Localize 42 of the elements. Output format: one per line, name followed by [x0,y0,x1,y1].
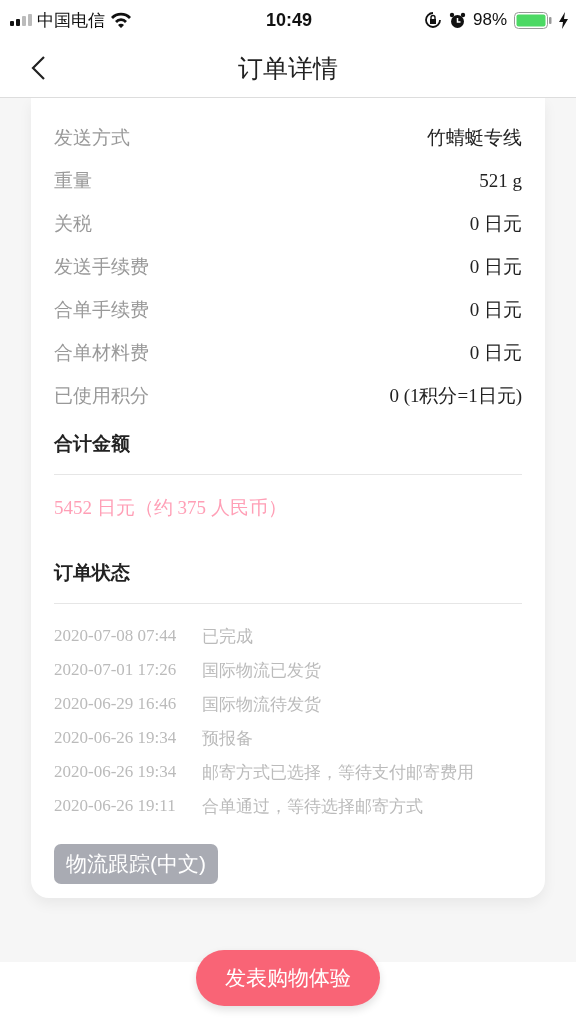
detail-value: 0 (1积分=1日元) [389,383,522,408]
detail-value: 竹蜻蜓专线 [427,125,522,150]
detail-label: 关税 [54,211,92,236]
clock-time: 10:49 [266,9,313,31]
carrier-name: 中国电信 [37,9,105,32]
detail-label: 合单手续费 [54,297,149,322]
detail-label: 发送手续费 [54,254,149,279]
signal-icon [10,14,32,26]
status-text: 国际物流待发货 [202,693,321,716]
section-heading: 合计金额 [54,432,131,456]
status-time: 2020-07-08 07:44 [54,626,178,646]
page-title: 订单详情 [238,53,338,84]
status-time: 2020-06-29 16:46 [54,694,178,714]
detail-value: 521 g [479,169,522,192]
detail-label: 重量 [54,168,92,193]
detail-label: 合单材料费 [54,340,149,365]
charging-icon [559,11,568,29]
status-time: 2020-06-26 19:11 [54,796,177,816]
detail-value: 0 日元 [469,297,522,322]
status-time: 2020-06-26 19:34 [54,762,178,782]
status-text: 已完成 [202,625,253,648]
battery-percent: 98% [473,10,507,30]
alarm-icon [449,11,466,29]
battery-icon [514,11,552,29]
wifi-icon [110,12,132,28]
detail-label: 发送方式 [54,125,130,150]
rotation-lock-icon [424,11,442,29]
total-amount: 5452 日元（约 375 人民币） [54,496,288,520]
detail-value: 0 日元 [469,254,522,279]
status-text: 国际物流已发货 [202,659,321,682]
status-text: 预报备 [202,727,253,750]
status-text: 合单通过，等待选择邮寄方式 [202,795,423,818]
back-icon[interactable] [31,56,45,80]
status-text: 邮寄方式已选择，等待支付邮寄费用 [202,761,474,784]
section-heading: 订单状态 [54,561,131,585]
status-time: 2020-07-01 17:26 [54,660,178,680]
detail-value: 0 日元 [469,211,522,236]
detail-label: 已使用积分 [54,383,149,408]
tracking-button[interactable]: 物流跟踪(中文) [54,844,218,884]
review-button[interactable]: 发表购物体验 [196,950,380,1006]
status-time: 2020-06-26 19:34 [54,728,178,748]
detail-value: 0 日元 [469,340,522,365]
